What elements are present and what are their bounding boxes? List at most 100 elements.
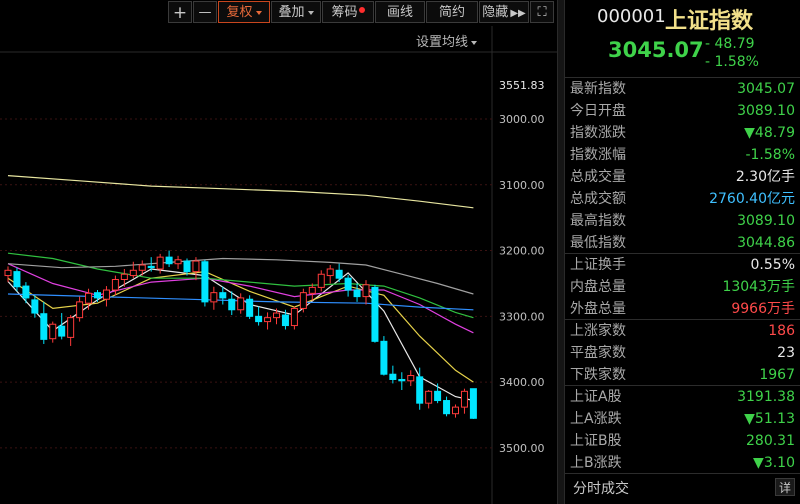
- zoom-in-button[interactable]: +: [168, 1, 192, 23]
- moving-average-lines: [7, 175, 474, 402]
- double-chevron-right-icon: ▶▶: [510, 8, 526, 19]
- candle-body: [299, 292, 307, 309]
- candle: [398, 372, 406, 391]
- restore-rights-button[interactable]: 复权: [218, 1, 270, 23]
- detail-button[interactable]: 详: [775, 478, 795, 496]
- candle-body: [85, 292, 93, 304]
- candle-body: [317, 273, 325, 288]
- max-price-label: 3551.83: [499, 79, 545, 92]
- quote-label: 上A涨跌: [570, 411, 622, 427]
- candle: [380, 336, 388, 376]
- restore-rights-label: 复权: [226, 5, 253, 20]
- candle-body: [344, 277, 352, 291]
- index-name: 上证指数: [665, 9, 754, 34]
- candle: [407, 370, 415, 387]
- candle-body: [255, 315, 263, 323]
- candle-body: [290, 307, 298, 327]
- candle-body: [362, 284, 370, 298]
- candle-body: [13, 271, 21, 288]
- quote-label: 下跌家数: [570, 367, 626, 383]
- candle: [371, 284, 379, 343]
- price-change: - 48.79: [705, 36, 755, 52]
- candle: [210, 286, 218, 310]
- candle-body: [246, 298, 254, 317]
- candle-body: [49, 323, 57, 340]
- expand-icon: ⛶: [537, 5, 547, 20]
- price-axis: 3500.00 3400.00 3300.00 3200.00 3100.00 3000.…: [499, 79, 545, 455]
- quote-label: 上证B股: [570, 433, 622, 449]
- candle-body: [228, 298, 236, 311]
- hide-button[interactable]: 隐藏 ▶▶: [479, 1, 529, 23]
- candle: [299, 288, 307, 313]
- candle: [326, 265, 334, 284]
- candle-body: [335, 269, 343, 279]
- candle-body: [371, 286, 379, 342]
- quote-label: 外盘总量: [570, 301, 626, 317]
- candle-body: [353, 289, 361, 298]
- y-tick-label: 3300.00: [499, 310, 545, 323]
- candle: [389, 365, 397, 384]
- candle: [67, 315, 75, 346]
- candle: [255, 306, 263, 326]
- simple-mode-button[interactable]: 简约: [426, 1, 478, 23]
- time-sales-label[interactable]: 分时成交: [573, 478, 629, 498]
- quote-value: -1.58%: [745, 147, 795, 163]
- quote-row: 内盘总量 13043万手: [565, 276, 800, 298]
- candle-body: [120, 273, 128, 281]
- candle-body: [210, 292, 218, 303]
- candlestick-chart[interactable]: 3500.00 3400.00 3300.00 3200.00 3100.00 3000.…: [0, 26, 557, 504]
- quote-row: 上证A股 3191.38: [565, 386, 800, 408]
- fullscreen-button[interactable]: ⛶: [530, 1, 554, 23]
- quote-row: 总成交量 2.30亿手: [565, 166, 800, 188]
- candle-body: [407, 375, 415, 382]
- candle: [264, 312, 272, 330]
- chips-button[interactable]: 筹码: [322, 1, 374, 23]
- y-tick-label: 3400.00: [499, 376, 545, 389]
- ma120-line: [7, 175, 474, 209]
- overlay-button[interactable]: 叠加: [271, 1, 321, 23]
- candle: [237, 293, 245, 314]
- draw-line-button[interactable]: 画线: [375, 1, 425, 23]
- index-code: 000001: [597, 6, 666, 27]
- candle-body: [58, 325, 66, 337]
- ma10-line: [7, 270, 474, 383]
- quote-value: 9966万手: [731, 301, 795, 317]
- candle-body: [129, 269, 137, 277]
- candle-body: [138, 264, 146, 271]
- candle-body: [192, 260, 200, 273]
- quote-label: 上B涨跌: [570, 455, 622, 471]
- quote-label: 今日开盘: [570, 103, 626, 119]
- candle-body: [326, 268, 334, 277]
- quote-label: 最新指数: [570, 81, 626, 97]
- quote-value: 3044.86: [737, 235, 795, 251]
- quote-row: 最新指数 3045.07: [565, 78, 800, 100]
- quote-row: 上B涨跌 ▼3.10: [565, 452, 800, 474]
- quote-row: 总成交额 2760.40亿元: [565, 188, 800, 210]
- quote-label: 最低指数: [570, 235, 626, 251]
- candle-body: [94, 292, 101, 299]
- quote-row: 上证换手 0.55%: [565, 254, 800, 276]
- quote-row: 下跌家数 1967: [565, 364, 800, 386]
- quote-value: 2760.40亿元: [709, 191, 795, 207]
- candle-body: [416, 376, 424, 404]
- quote-value: ▼3.10: [753, 455, 795, 471]
- chevron-down-icon: [307, 10, 314, 15]
- candle-body: [460, 390, 468, 408]
- panel-divider[interactable]: [557, 0, 565, 504]
- candle-body: [22, 285, 30, 299]
- quote-row: 指数涨幅 -1.58%: [565, 144, 800, 166]
- candle: [308, 283, 316, 301]
- candle: [76, 296, 84, 322]
- candle-body: [434, 390, 442, 402]
- price-change-percent: - 1.58%: [705, 54, 759, 70]
- hide-label: 隐藏: [482, 5, 509, 20]
- chips-label: 筹码: [331, 5, 358, 20]
- candle-body: [425, 390, 433, 404]
- candle-body: [469, 388, 477, 419]
- zoom-out-button[interactable]: —: [193, 1, 217, 23]
- quote-label: 指数涨跌: [570, 125, 626, 141]
- y-tick-label: 3200.00: [499, 245, 545, 258]
- chart-grid: [0, 26, 557, 504]
- quote-label: 平盘家数: [570, 345, 626, 361]
- candle-body: [308, 286, 316, 294]
